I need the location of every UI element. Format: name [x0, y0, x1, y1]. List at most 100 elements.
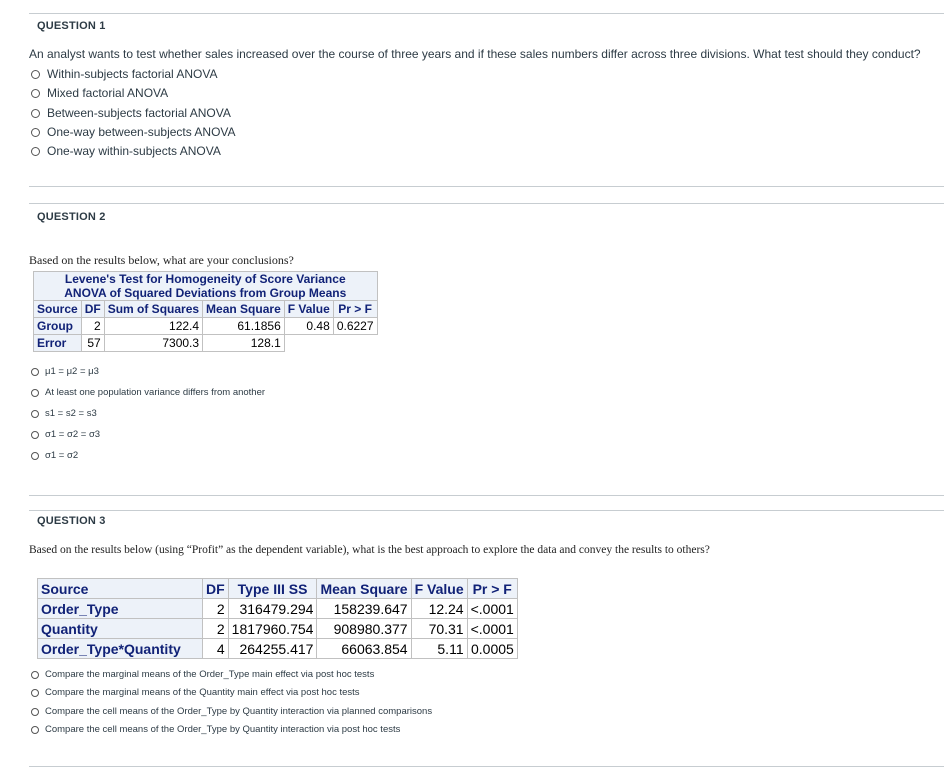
- option-label: σ1 = σ2: [45, 450, 79, 461]
- radio-button[interactable]: [31, 69, 40, 79]
- question-2-prompt: Based on the results below, what are you…: [29, 253, 294, 267]
- table-cell: 128.1: [202, 334, 285, 352]
- column-header: Pr > F: [332, 300, 378, 318]
- radio-button[interactable]: [31, 451, 39, 460]
- radio-button[interactable]: [31, 430, 39, 439]
- divider: [29, 495, 944, 496]
- table-subtitle: ANOVA of Squared Deviations from Group M…: [33, 286, 378, 301]
- table-cell: 12.24: [410, 598, 468, 619]
- option-label: Compare the cell means of the Order_Type…: [45, 724, 401, 735]
- radio-button[interactable]: [31, 388, 39, 397]
- table-cell: 5.11: [410, 638, 468, 659]
- table-row: Quantity 2 1817960.754 908980.377 70.31 …: [37, 618, 518, 639]
- option-label: μ1 = μ2 = μ3: [45, 366, 99, 377]
- column-header: Source: [37, 578, 203, 599]
- q2-option-2[interactable]: At least one population variance differs…: [31, 387, 265, 398]
- table-header-row: Source DF Type III SS Mean Square F Valu…: [37, 578, 518, 599]
- divider: [29, 203, 944, 204]
- question-3-prompt: Based on the results below (using “Profi…: [29, 544, 710, 556]
- q1-option-1[interactable]: Within-subjects factorial ANOVA: [31, 67, 218, 81]
- q2-option-5[interactable]: σ1 = σ2: [31, 450, 78, 461]
- q1-option-5[interactable]: One-way within-subjects ANOVA: [31, 144, 221, 158]
- option-label: Compare the cell means of the Order_Type…: [45, 706, 433, 717]
- levene-table: Levene's Test for Homogeneity of Score V…: [33, 271, 378, 352]
- table-row: Group 2 122.4 61.1856 0.48 0.6227: [33, 317, 378, 335]
- column-header: F Value: [410, 578, 468, 599]
- q3-option-1[interactable]: Compare the marginal means of the Order_…: [31, 669, 374, 680]
- table-cell: 0.48: [283, 317, 334, 335]
- table-cell: [333, 335, 377, 352]
- table-cell: 57: [80, 334, 105, 352]
- question-1-header: QUESTION 1: [37, 20, 106, 32]
- table-row: Order_Type*Quantity 4 264255.417 66063.8…: [37, 638, 518, 659]
- question-1-prompt: An analyst wants to test whether sales i…: [29, 47, 921, 61]
- radio-button[interactable]: [31, 367, 39, 376]
- q3-option-3[interactable]: Compare the cell means of the Order_Type…: [31, 706, 432, 717]
- table-header-row: Source DF Sum of Squares Mean Square F V…: [33, 300, 378, 318]
- column-header: Source: [33, 300, 82, 318]
- column-header: Mean Square: [202, 300, 285, 318]
- q3-option-2[interactable]: Compare the marginal means of the Quanti…: [31, 687, 360, 698]
- table-cell: 7300.3: [103, 334, 204, 352]
- radio-button[interactable]: [31, 409, 39, 418]
- table-cell: 908980.377: [316, 618, 412, 639]
- table-cell: 264255.417: [227, 638, 318, 659]
- radio-button[interactable]: [31, 108, 40, 118]
- q2-option-1[interactable]: μ1 = μ2 = μ3: [31, 366, 99, 377]
- table-row: Order_Type 2 316479.294 158239.647 12.24…: [37, 598, 518, 619]
- table-cell: 122.4: [103, 317, 204, 335]
- table-title: Levene's Test for Homogeneity of Score V…: [33, 271, 378, 286]
- q1-option-4[interactable]: One-way between-subjects ANOVA: [31, 125, 236, 139]
- radio-button[interactable]: [31, 670, 39, 679]
- q1-option-3[interactable]: Between-subjects factorial ANOVA: [31, 106, 231, 120]
- column-header: DF: [80, 300, 105, 318]
- option-label: Within-subjects factorial ANOVA: [47, 67, 218, 81]
- option-label: One-way between-subjects ANOVA: [47, 125, 236, 139]
- radio-button[interactable]: [31, 88, 40, 98]
- table-cell: <.0001: [466, 618, 518, 639]
- table-cell: [284, 335, 333, 352]
- divider: [29, 13, 944, 14]
- question-2-header: QUESTION 2: [37, 211, 106, 223]
- column-header: F Value: [283, 300, 334, 318]
- table-cell: 70.31: [410, 618, 468, 639]
- option-label: s1 = s2 = s3: [45, 408, 97, 419]
- radio-button[interactable]: [31, 707, 39, 716]
- table-cell: 2: [202, 618, 229, 639]
- table-cell: 4: [202, 638, 229, 659]
- divider: [29, 766, 944, 767]
- q2-option-3[interactable]: s1 = s2 = s3: [31, 408, 97, 419]
- radio-button[interactable]: [31, 688, 39, 697]
- column-header: Type III SS: [227, 578, 318, 599]
- radio-button[interactable]: [31, 127, 40, 137]
- table-row: Error 57 7300.3 128.1: [33, 334, 378, 352]
- radio-button[interactable]: [31, 146, 40, 156]
- q2-option-4[interactable]: σ1 = σ2 = σ3: [31, 429, 100, 440]
- q1-option-2[interactable]: Mixed factorial ANOVA: [31, 86, 168, 100]
- column-header: Sum of Squares: [103, 300, 204, 318]
- row-header: Order_Type*Quantity: [37, 638, 203, 659]
- q3-option-4[interactable]: Compare the cell means of the Order_Type…: [31, 724, 400, 735]
- table-cell: 66063.854: [316, 638, 412, 659]
- question-3-header: QUESTION 3: [37, 515, 106, 527]
- column-header: Pr > F: [466, 578, 518, 599]
- anova-table: Source DF Type III SS Mean Square F Valu…: [37, 578, 518, 659]
- radio-button[interactable]: [31, 725, 39, 734]
- table-cell: 0.6227: [332, 317, 378, 335]
- row-header: Quantity: [37, 618, 203, 639]
- row-header: Group: [33, 317, 82, 335]
- table-cell: 2: [202, 598, 229, 619]
- option-label: Compare the marginal means of the Order_…: [45, 669, 375, 680]
- table-cell: 0.0005: [466, 638, 518, 659]
- row-header: Error: [33, 334, 82, 352]
- table-cell: 316479.294: [227, 598, 318, 619]
- table-cell: 2: [80, 317, 105, 335]
- row-header: Order_Type: [37, 598, 203, 619]
- option-label: At least one population variance differs…: [45, 387, 266, 398]
- table-cell: 61.1856: [202, 317, 285, 335]
- option-label: Mixed factorial ANOVA: [47, 86, 169, 100]
- table-cell: 158239.647: [316, 598, 412, 619]
- option-label: One-way within-subjects ANOVA: [47, 144, 221, 158]
- table-cell: <.0001: [466, 598, 518, 619]
- table-cell: 1817960.754: [227, 618, 318, 639]
